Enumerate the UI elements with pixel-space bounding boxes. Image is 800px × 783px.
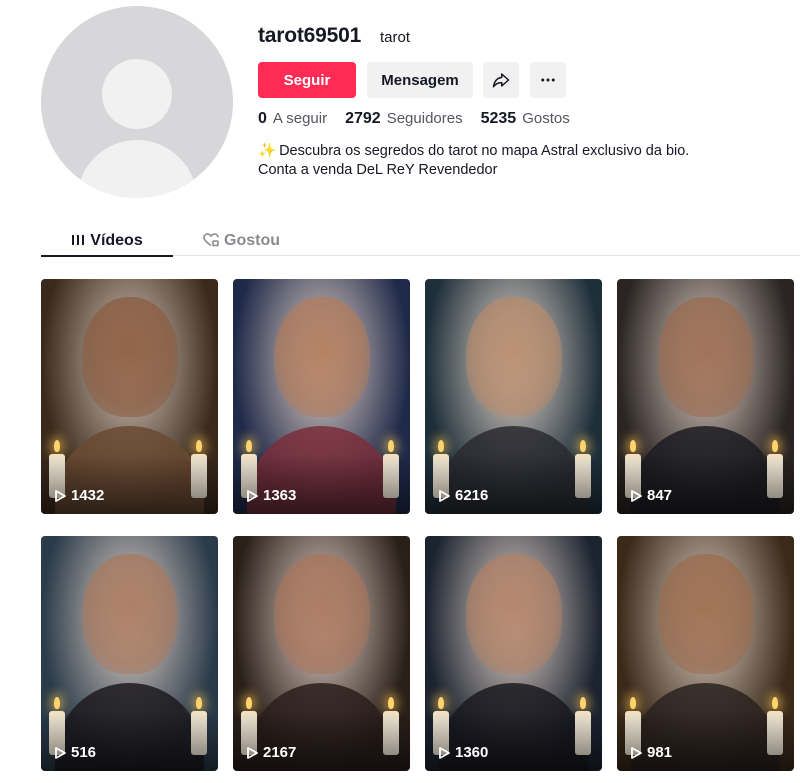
thumbnail-shade <box>233 454 410 514</box>
followers-count: 2792 <box>345 110 381 127</box>
likes-label: Gostos <box>522 110 570 127</box>
thumbnail-face <box>657 554 754 674</box>
following-stat[interactable]: 0 A seguir <box>258 110 327 128</box>
more-options-button[interactable] <box>530 62 566 98</box>
video-view-count: 6216 <box>437 487 488 504</box>
video-card[interactable]: 981 <box>617 536 794 771</box>
thumbnail-shade <box>617 454 794 514</box>
view-count-text: 516 <box>71 744 97 761</box>
thumbnail-face <box>465 297 562 417</box>
thumbnail-shade <box>41 454 218 514</box>
thumbnail-shade <box>617 711 794 771</box>
video-view-count: 847 <box>629 487 672 504</box>
share-button[interactable] <box>483 62 519 98</box>
profile-bio: ✨ Descubra os segredos do tarot no mapa A… <box>258 142 689 180</box>
video-card[interactable]: 1363 <box>233 279 410 514</box>
play-icon <box>55 746 66 759</box>
view-count-text: 1432 <box>71 487 105 504</box>
thumbnail-face <box>273 297 370 417</box>
message-button[interactable]: Mensagem <box>367 62 473 98</box>
tab-videos-label: Vídeos <box>90 232 143 249</box>
play-icon <box>631 746 642 759</box>
play-icon <box>247 746 258 759</box>
view-count-text: 847 <box>647 487 673 504</box>
thumbnail-face <box>465 554 562 674</box>
view-count-text: 1363 <box>263 487 297 504</box>
thumbnail-face <box>81 297 178 417</box>
view-count-text: 6216 <box>455 487 489 504</box>
bio-line-1: Descubra os segredos do tarot no mapa As… <box>279 143 690 159</box>
video-view-count: 981 <box>629 744 672 761</box>
profile-tabs: Vídeos Gostou <box>41 222 800 257</box>
followers-stat[interactable]: 2792 Seguidores <box>345 110 462 128</box>
tab-videos[interactable]: Vídeos <box>41 226 173 257</box>
heart-lock-icon <box>203 232 219 250</box>
likes-count: 5235 <box>480 110 517 127</box>
profile-stats: 0 A seguir 2792 Seguidores 5235 Gostos <box>258 110 588 128</box>
profile-avatar <box>41 6 233 198</box>
play-icon <box>247 489 258 502</box>
thumbnail-face <box>657 297 754 417</box>
video-card[interactable]: 1432 <box>41 279 218 514</box>
thumbnail-shade <box>425 454 602 514</box>
share-icon <box>492 73 510 88</box>
thumbnail-face <box>81 554 178 674</box>
following-label: A seguir <box>272 110 328 127</box>
video-view-count: 516 <box>53 744 96 761</box>
video-card[interactable]: 6216 <box>425 279 602 514</box>
avatar-placeholder-head <box>102 59 172 129</box>
play-icon <box>631 489 642 502</box>
video-card[interactable]: 847 <box>617 279 794 514</box>
likes-stat: 5235 Gostos <box>481 110 570 128</box>
video-view-count: 1432 <box>53 487 104 504</box>
followers-label: Seguidores <box>386 110 463 127</box>
thumbnail-shade <box>41 711 218 771</box>
thumbnail-shade <box>425 711 602 771</box>
video-card[interactable]: 1360 <box>425 536 602 771</box>
view-count-text: 1360 <box>455 744 489 761</box>
play-icon <box>55 489 66 502</box>
video-view-count: 1360 <box>437 744 488 761</box>
tab-liked[interactable]: Gostou <box>203 226 280 256</box>
following-count: 0 <box>258 110 267 127</box>
video-view-count: 1363 <box>245 487 296 504</box>
profile-nickname: tarot <box>380 29 411 46</box>
video-view-count: 2167 <box>245 744 296 761</box>
tab-liked-label: Gostou <box>224 232 280 249</box>
profile-username: tarot69501 <box>258 24 362 47</box>
thumbnail-shade <box>233 711 410 771</box>
sparkles-icon: ✨ <box>258 143 277 159</box>
grid-lines-icon <box>71 233 85 250</box>
view-count-text: 2167 <box>263 744 297 761</box>
thumbnail-face <box>273 554 370 674</box>
follow-button[interactable]: Seguir <box>258 62 356 98</box>
view-count-text: 981 <box>647 744 673 761</box>
more-dots-icon <box>541 78 555 82</box>
video-card[interactable]: 2167 <box>233 536 410 771</box>
avatar-placeholder-body <box>77 140 197 198</box>
video-card[interactable]: 516 <box>41 536 218 771</box>
play-icon <box>439 746 450 759</box>
play-icon <box>439 489 450 502</box>
bio-line-2: Conta a venda DeL ReY Revendedor <box>258 162 498 178</box>
